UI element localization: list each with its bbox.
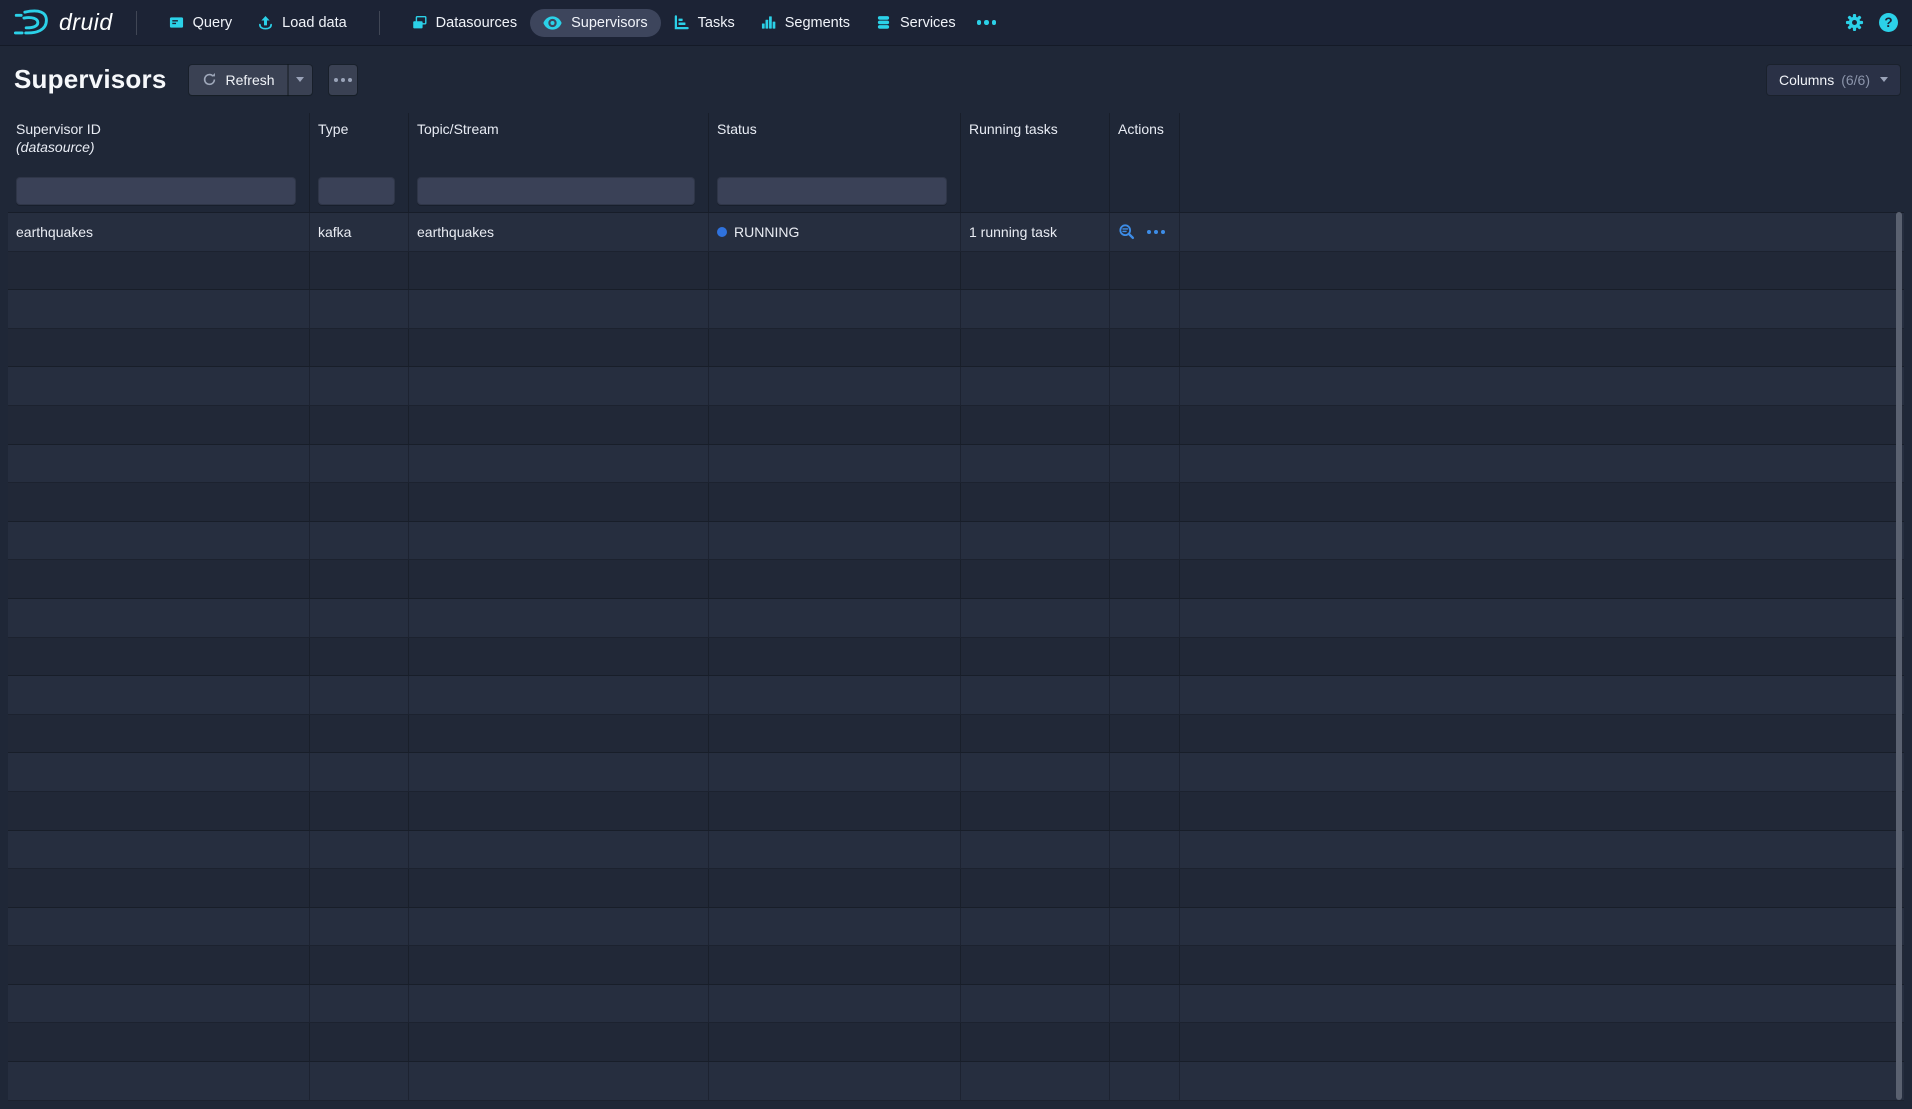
empty-table-row [8, 753, 1904, 792]
more-icon [977, 20, 997, 25]
empty-table-row [8, 329, 1904, 368]
empty-table-row [8, 290, 1904, 329]
segments-icon [761, 15, 776, 30]
supervisors-table: Supervisor ID (datasource) Type Topic/St… [8, 113, 1904, 1101]
nav-item-load-data[interactable]: Load data [245, 9, 360, 37]
nav-item-label: Load data [282, 15, 347, 31]
more-options-button[interactable] [329, 65, 357, 95]
nav-item-label: Query [193, 15, 233, 31]
column-header-supervisor-id[interactable]: Supervisor ID (datasource) [8, 113, 310, 170]
empty-table-row [8, 792, 1904, 831]
nav-item-label: Supervisors [571, 15, 648, 31]
nav-item-query[interactable]: Query [156, 9, 246, 37]
empty-table-row [8, 599, 1904, 638]
nav-item-tasks[interactable]: Tasks [661, 9, 748, 37]
cell-type[interactable]: kafka [310, 213, 409, 251]
nav-item-label: Segments [785, 15, 850, 31]
nav-item-datasources[interactable]: Datasources [399, 9, 530, 37]
chevron-down-icon [1880, 77, 1888, 82]
empty-table-row [8, 908, 1904, 947]
cell-actions [1110, 213, 1180, 251]
table-filter-row [8, 170, 1904, 212]
status-text: RUNNING [734, 224, 799, 240]
refresh-icon [202, 72, 217, 87]
nav-item-label: Tasks [698, 15, 735, 31]
services-icon [876, 15, 891, 30]
ellipsis-icon [334, 78, 352, 82]
tasks-icon [674, 15, 689, 30]
top-navbar: druid Query Load data Datasources [0, 0, 1912, 46]
query-icon [169, 15, 184, 30]
page-title: Supervisors [14, 64, 167, 95]
empty-table-row [8, 522, 1904, 561]
settings-gear-icon[interactable] [1845, 13, 1864, 32]
status-filter-input[interactable] [717, 177, 947, 205]
column-label: Supervisor ID [16, 121, 309, 137]
nav-more-button[interactable] [969, 14, 1005, 31]
column-header-running-tasks[interactable]: Running tasks [961, 113, 1110, 170]
druid-logo[interactable]: druid [14, 7, 117, 39]
column-header-topic-stream[interactable]: Topic/Stream [409, 113, 709, 170]
table-header-row: Supervisor ID (datasource) Type Topic/St… [8, 113, 1904, 170]
druid-console: druid Query Load data Datasources [0, 0, 1912, 1109]
refresh-button[interactable]: Refresh [189, 65, 288, 95]
navbar-divider [379, 11, 380, 35]
supervisor-row-earthquakes: earthquakes kafka earthquakes RUNNING 1 … [8, 213, 1904, 252]
empty-table-row [8, 252, 1904, 291]
nav-item-label: Datasources [436, 15, 517, 31]
type-filter-input[interactable] [318, 177, 395, 205]
empty-table-row [8, 1062, 1904, 1101]
empty-table-row [8, 483, 1904, 522]
column-header-status[interactable]: Status [709, 113, 961, 170]
navbar-divider [136, 11, 137, 35]
help-icon[interactable]: ? [1879, 13, 1898, 32]
table-scrollbar[interactable] [1896, 212, 1902, 1100]
empty-table-row [8, 1023, 1904, 1062]
title-bar: Supervisors Refresh Columns (6/6) [0, 46, 1912, 113]
empty-table-row [8, 560, 1904, 599]
header-filler [1180, 113, 1904, 170]
eye-icon [543, 16, 562, 30]
topic-stream-filter-input[interactable] [417, 177, 695, 205]
empty-table-row [8, 715, 1904, 754]
nav-item-services[interactable]: Services [863, 9, 969, 37]
table-body: earthquakes kafka earthquakes RUNNING 1 … [8, 212, 1904, 1101]
empty-table-row [8, 869, 1904, 908]
load-data-icon [258, 15, 273, 30]
refresh-button-group: Refresh [189, 65, 312, 95]
empty-table-row [8, 985, 1904, 1024]
empty-table-row [8, 831, 1904, 870]
empty-table-row [8, 676, 1904, 715]
brand-name: druid [59, 9, 117, 36]
cell-running-tasks[interactable]: 1 running task [961, 213, 1110, 251]
column-header-type[interactable]: Type [310, 113, 409, 170]
refresh-label: Refresh [226, 72, 275, 88]
cell-supervisor-id[interactable]: earthquakes [8, 213, 310, 251]
cell-topic-stream[interactable]: earthquakes [409, 213, 709, 251]
cell-status[interactable]: RUNNING [709, 213, 961, 251]
inspect-supervisor-icon[interactable] [1118, 223, 1135, 240]
columns-label: Columns [1779, 72, 1834, 88]
refresh-interval-dropdown-button[interactable] [288, 65, 312, 95]
columns-picker-button[interactable]: Columns (6/6) [1767, 65, 1900, 95]
columns-count: (6/6) [1841, 72, 1870, 88]
empty-table-row [8, 638, 1904, 677]
empty-table-row [8, 946, 1904, 985]
datasources-icon [412, 15, 427, 30]
column-sublabel: (datasource) [16, 139, 309, 155]
empty-table-row [8, 445, 1904, 484]
chevron-down-icon [296, 77, 304, 82]
nav-item-label: Services [900, 15, 956, 31]
nav-item-supervisors[interactable]: Supervisors [530, 9, 661, 37]
empty-table-row [8, 406, 1904, 445]
nav-item-segments[interactable]: Segments [748, 9, 863, 37]
status-running-dot [717, 227, 727, 237]
supervisor-id-filter-input[interactable] [16, 177, 296, 205]
column-header-actions[interactable]: Actions [1110, 113, 1180, 170]
supervisor-actions-menu-icon[interactable] [1147, 230, 1165, 234]
druid-logo-icon [14, 7, 50, 39]
navbar-right: ? [1845, 13, 1898, 32]
empty-table-row [8, 367, 1904, 406]
